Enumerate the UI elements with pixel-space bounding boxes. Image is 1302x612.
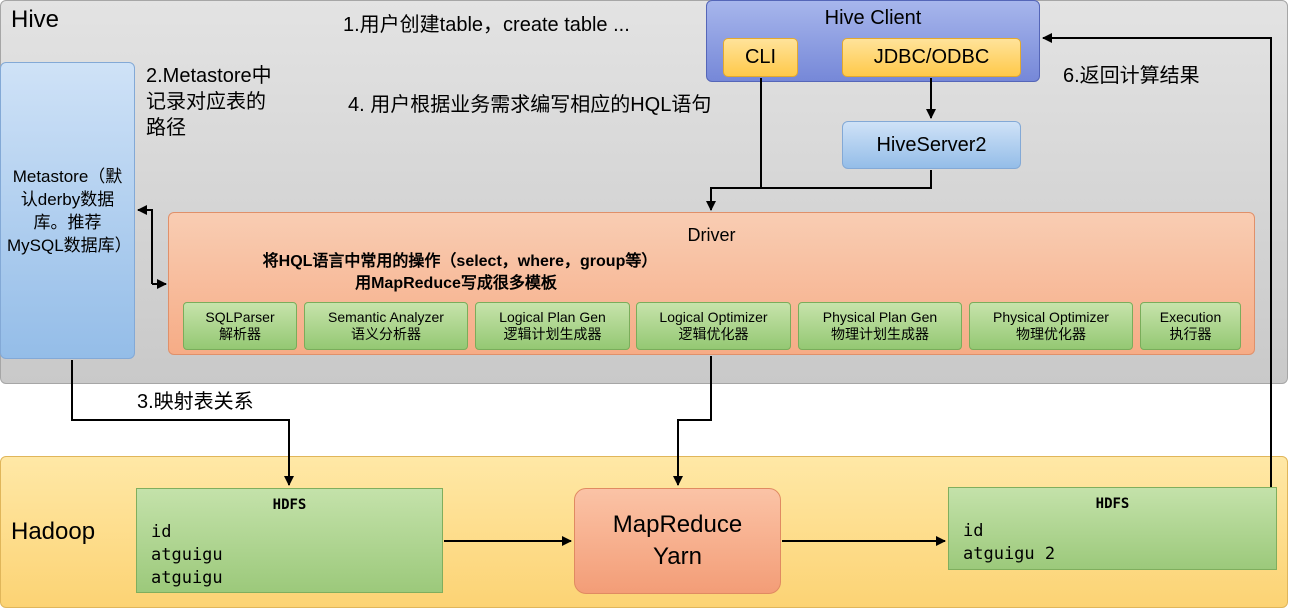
arrow-result-to-client	[1042, 33, 1272, 487]
arrow-driver-to-mapreduce	[673, 356, 712, 486]
connector-arrows	[71, 33, 1272, 546]
arrow-metastore-to-hdfs	[71, 360, 294, 486]
arrow-cli-to-driver	[706, 78, 762, 211]
arrow-hiveserver2-to-driver	[711, 170, 932, 189]
arrow-driver-to-metastore	[137, 205, 153, 284]
